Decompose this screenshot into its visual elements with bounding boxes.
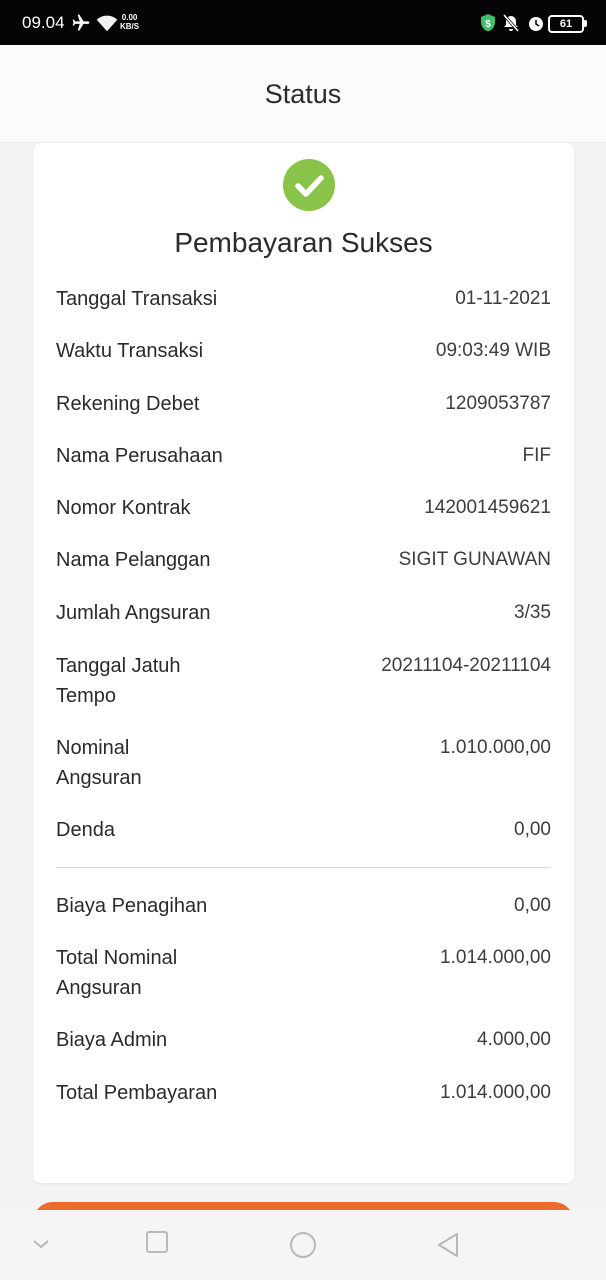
detail-value: SIGIT GUNAWAN (398, 549, 551, 570)
detail-value: 09:03:49 WIB (435, 340, 551, 361)
summary-value: 4.000,00 (477, 1029, 551, 1050)
mute-vibrate-icon (501, 13, 521, 38)
detail-label: Tanggal Jatuh Tempo (56, 655, 181, 707)
detail-value: 1.010.000,00 (440, 737, 551, 758)
airplane-icon (70, 13, 92, 38)
alarm-icon (526, 13, 546, 38)
detail-label: Denda (56, 819, 115, 841)
back-icon[interactable] (436, 1231, 460, 1264)
detail-label: Nomor Kontrak (56, 497, 191, 519)
recent-apps-icon[interactable] (145, 1230, 169, 1259)
detail-value: 1209053787 (445, 393, 551, 414)
network-speed: 0.00 KB/S (120, 13, 140, 31)
battery-tip (584, 20, 587, 27)
app-header: Status (0, 45, 606, 143)
svg-text:$: $ (485, 19, 491, 30)
detail-value: FIF (522, 445, 552, 466)
navigation-bar (0, 1210, 606, 1280)
detail-label: Tanggal Transaksi (56, 288, 218, 310)
detail-value: 142001459621 (424, 497, 551, 518)
summary-label: Total Nominal Angsuran (56, 947, 178, 999)
nav-collapse-icon[interactable] (30, 1236, 52, 1257)
detail-label: Nama Pelanggan (56, 549, 211, 571)
detail-label: Waktu Transaksi (56, 340, 204, 362)
check-circle-icon (283, 159, 335, 211)
detail-value: 3/35 (514, 602, 551, 623)
receipt-title: Pembayaran Sukses (174, 227, 433, 258)
shield-icon: $ (479, 13, 497, 38)
detail-label: Rekening Debet (56, 393, 200, 415)
receipt-card: Pembayaran Sukses Tanggal Transaksi 01-1… (33, 143, 574, 1183)
home-icon[interactable] (289, 1231, 317, 1264)
summary-value: 1.014.000,00 (440, 947, 551, 968)
summary-value: 1.014.000,00 (440, 1082, 551, 1103)
status-bar: 09.04 0.00 KB/S $ 61 (0, 0, 606, 45)
detail-label: Nama Perusahaan (56, 445, 223, 467)
summary-value: 0,00 (514, 895, 551, 916)
battery-icon: 61 (548, 15, 584, 33)
detail-value: 01-11-2021 (455, 288, 551, 309)
wifi-icon (96, 13, 118, 38)
divider (56, 867, 551, 868)
detail-value: 0,00 (514, 819, 551, 840)
summary-label: Biaya Penagihan (56, 895, 208, 917)
detail-value: 20211104-20211104 (381, 655, 551, 676)
summary-label: Biaya Admin (56, 1029, 168, 1051)
clock: 09.04 (22, 13, 65, 32)
detail-label: Jumlah Angsuran (56, 602, 211, 624)
page-title: Status (264, 79, 342, 109)
detail-label: Nominal Angsuran (56, 737, 142, 789)
